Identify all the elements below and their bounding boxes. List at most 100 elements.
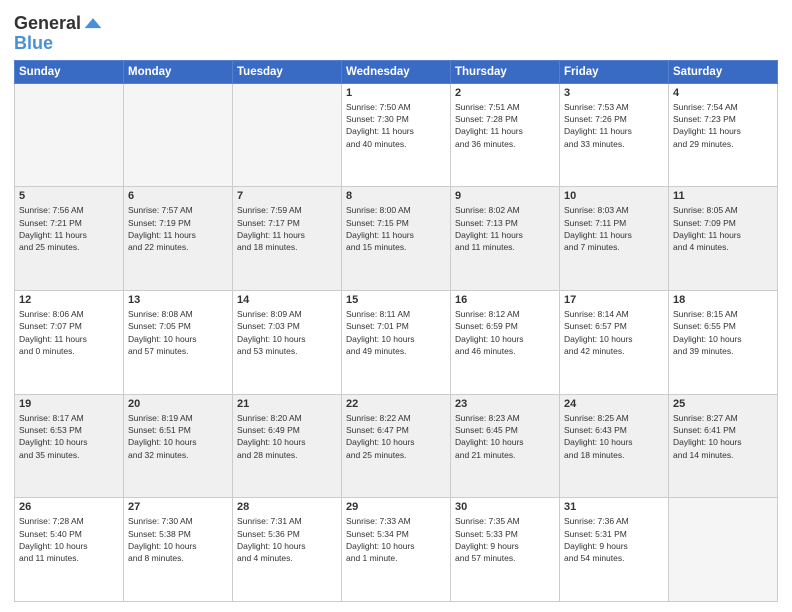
calendar-cell: 19Sunrise: 8:17 AM Sunset: 6:53 PM Dayli… [15, 394, 124, 498]
calendar-week-row: 12Sunrise: 8:06 AM Sunset: 7:07 PM Dayli… [15, 291, 778, 395]
day-number: 18 [673, 294, 773, 306]
calendar-cell: 4 Sunrise: 7:54 AM Sunset: 7:23 PM Daylig… [669, 83, 778, 187]
day-info: Sunrise: 7:56 AM Sunset: 7:21 PM Dayligh… [19, 204, 119, 253]
day-info: Sunrise: 8:15 AM Sunset: 6:55 PM Dayligh… [673, 308, 773, 357]
day-number: 3 [564, 87, 664, 99]
calendar-cell: 16 Sunrise: 8:12 AM Sunset: 6:59 PM Dayli… [451, 291, 560, 395]
day-info: Sunrise: 8:22 AM Sunset: 6:47 PM Dayligh… [346, 412, 446, 461]
day-number: 10 [564, 190, 664, 202]
day-number: 14 [237, 294, 337, 306]
header: General Blue [14, 10, 778, 54]
weekday-header-monday: Monday [124, 60, 233, 83]
logo-blue-text: Blue [14, 34, 103, 54]
calendar-cell: 2 Sunrise: 7:51 AM Sunset: 7:28 PM Daylig… [451, 83, 560, 187]
day-number: 11 [673, 190, 773, 202]
day-number: 20 [128, 398, 228, 410]
calendar-cell: 18 Sunrise: 8:15 AM Sunset: 6:55 PM Dayli… [669, 291, 778, 395]
calendar-cell [15, 83, 124, 187]
calendar-cell [669, 498, 778, 602]
day-info: Sunrise: 7:28 AM Sunset: 5:40 PM Dayligh… [19, 515, 119, 564]
day-number: 31 [564, 501, 664, 513]
calendar-table: SundayMondayTuesdayWednesdayThursdayFrid… [14, 60, 778, 602]
calendar-cell: 26 Sunrise: 7:28 AM Sunset: 5:40 PM Dayli… [15, 498, 124, 602]
calendar-cell: 12Sunrise: 8:06 AM Sunset: 7:07 PM Dayli… [15, 291, 124, 395]
calendar-cell: 24Sunrise: 8:25 AM Sunset: 6:43 PM Dayli… [560, 394, 669, 498]
calendar-cell: 5 Sunrise: 7:56 AM Sunset: 7:21 PM Daylig… [15, 187, 124, 291]
day-number: 16 [455, 294, 555, 306]
calendar-cell: 6 Sunrise: 7:57 AM Sunset: 7:19 PM Daylig… [124, 187, 233, 291]
day-info: Sunrise: 7:30 AM Sunset: 5:38 PM Dayligh… [128, 515, 228, 564]
day-number: 23 [455, 398, 555, 410]
calendar-cell [124, 83, 233, 187]
day-number: 29 [346, 501, 446, 513]
day-number: 19 [19, 398, 119, 410]
day-info: Sunrise: 7:57 AM Sunset: 7:19 PM Dayligh… [128, 204, 228, 253]
calendar-cell: 30 Sunrise: 7:35 AM Sunset: 5:33 PM Dayli… [451, 498, 560, 602]
day-number: 27 [128, 501, 228, 513]
calendar-cell: 28 Sunrise: 7:31 AM Sunset: 5:36 PM Dayli… [233, 498, 342, 602]
calendar-cell: 11Sunrise: 8:05 AM Sunset: 7:09 PM Dayli… [669, 187, 778, 291]
day-info: Sunrise: 7:33 AM Sunset: 5:34 PM Dayligh… [346, 515, 446, 564]
calendar-cell: 23 Sunrise: 8:23 AM Sunset: 6:45 PM Dayli… [451, 394, 560, 498]
day-info: Sunrise: 8:12 AM Sunset: 6:59 PM Dayligh… [455, 308, 555, 357]
day-number: 30 [455, 501, 555, 513]
day-number: 9 [455, 190, 555, 202]
day-number: 2 [455, 87, 555, 99]
calendar-cell: 20 Sunrise: 8:19 AM Sunset: 6:51 PM Dayli… [124, 394, 233, 498]
day-number: 25 [673, 398, 773, 410]
calendar-cell: 27 Sunrise: 7:30 AM Sunset: 5:38 PM Dayli… [124, 498, 233, 602]
day-info: Sunrise: 8:23 AM Sunset: 6:45 PM Dayligh… [455, 412, 555, 461]
logo-text: General [14, 14, 81, 34]
day-info: Sunrise: 7:31 AM Sunset: 5:36 PM Dayligh… [237, 515, 337, 564]
calendar-cell: 22 Sunrise: 8:22 AM Sunset: 6:47 PM Dayli… [342, 394, 451, 498]
weekday-header-friday: Friday [560, 60, 669, 83]
weekday-header-wednesday: Wednesday [342, 60, 451, 83]
calendar-cell: 14 Sunrise: 8:09 AM Sunset: 7:03 PM Dayli… [233, 291, 342, 395]
calendar-cell: 15 Sunrise: 8:11 AM Sunset: 7:01 PM Dayli… [342, 291, 451, 395]
day-number: 4 [673, 87, 773, 99]
day-info: Sunrise: 8:19 AM Sunset: 6:51 PM Dayligh… [128, 412, 228, 461]
calendar-cell: 1Sunrise: 7:50 AM Sunset: 7:30 PM Daylig… [342, 83, 451, 187]
day-info: Sunrise: 8:14 AM Sunset: 6:57 PM Dayligh… [564, 308, 664, 357]
day-number: 22 [346, 398, 446, 410]
calendar-cell: 21Sunrise: 8:20 AM Sunset: 6:49 PM Dayli… [233, 394, 342, 498]
calendar-week-row: 19Sunrise: 8:17 AM Sunset: 6:53 PM Dayli… [15, 394, 778, 498]
calendar-cell: 7 Sunrise: 7:59 AM Sunset: 7:17 PM Daylig… [233, 187, 342, 291]
day-number: 13 [128, 294, 228, 306]
day-info: Sunrise: 8:03 AM Sunset: 7:11 PM Dayligh… [564, 204, 664, 253]
day-info: Sunrise: 7:51 AM Sunset: 7:28 PM Dayligh… [455, 101, 555, 150]
day-number: 6 [128, 190, 228, 202]
calendar-cell: 25 Sunrise: 8:27 AM Sunset: 6:41 PM Dayli… [669, 394, 778, 498]
day-number: 5 [19, 190, 119, 202]
day-info: Sunrise: 7:35 AM Sunset: 5:33 PM Dayligh… [455, 515, 555, 564]
calendar-cell: 8Sunrise: 8:00 AM Sunset: 7:15 PM Daylig… [342, 187, 451, 291]
day-info: Sunrise: 7:54 AM Sunset: 7:23 PM Dayligh… [673, 101, 773, 150]
calendar-cell: 31 Sunrise: 7:36 AM Sunset: 5:31 PM Dayli… [560, 498, 669, 602]
day-number: 7 [237, 190, 337, 202]
weekday-header-thursday: Thursday [451, 60, 560, 83]
day-number: 17 [564, 294, 664, 306]
day-number: 24 [564, 398, 664, 410]
day-number: 28 [237, 501, 337, 513]
logo: General Blue [14, 14, 103, 54]
day-number: 15 [346, 294, 446, 306]
logo-icon [83, 14, 103, 34]
day-info: Sunrise: 8:09 AM Sunset: 7:03 PM Dayligh… [237, 308, 337, 357]
calendar-cell: 3Sunrise: 7:53 AM Sunset: 7:26 PM Daylig… [560, 83, 669, 187]
calendar-week-row: 5 Sunrise: 7:56 AM Sunset: 7:21 PM Daylig… [15, 187, 778, 291]
calendar-header-row: SundayMondayTuesdayWednesdayThursdayFrid… [15, 60, 778, 83]
day-info: Sunrise: 8:11 AM Sunset: 7:01 PM Dayligh… [346, 308, 446, 357]
calendar-cell: 10 Sunrise: 8:03 AM Sunset: 7:11 PM Dayli… [560, 187, 669, 291]
day-number: 26 [19, 501, 119, 513]
day-info: Sunrise: 8:27 AM Sunset: 6:41 PM Dayligh… [673, 412, 773, 461]
calendar-cell: 13Sunrise: 8:08 AM Sunset: 7:05 PM Dayli… [124, 291, 233, 395]
calendar-week-row: 1Sunrise: 7:50 AM Sunset: 7:30 PM Daylig… [15, 83, 778, 187]
day-info: Sunrise: 7:59 AM Sunset: 7:17 PM Dayligh… [237, 204, 337, 253]
calendar-week-row: 26 Sunrise: 7:28 AM Sunset: 5:40 PM Dayli… [15, 498, 778, 602]
day-info: Sunrise: 8:20 AM Sunset: 6:49 PM Dayligh… [237, 412, 337, 461]
page-container: General Blue SundayMondayTuesdayWednesda… [0, 0, 792, 612]
day-number: 8 [346, 190, 446, 202]
day-info: Sunrise: 7:36 AM Sunset: 5:31 PM Dayligh… [564, 515, 664, 564]
day-number: 1 [346, 87, 446, 99]
day-number: 12 [19, 294, 119, 306]
